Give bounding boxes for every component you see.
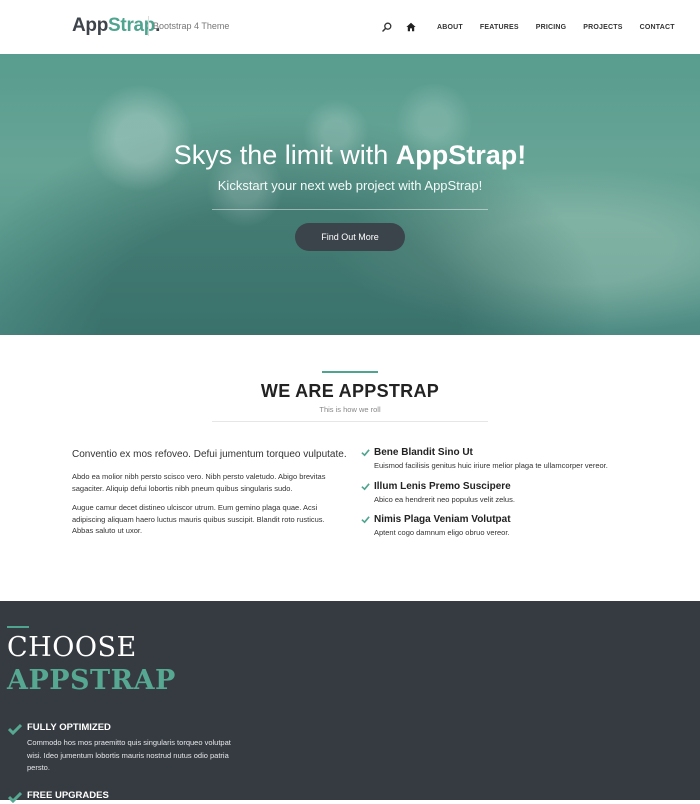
check-icon <box>8 723 22 735</box>
nav-link-pricing[interactable]: PRICING <box>536 24 567 31</box>
home-icon[interactable] <box>404 20 418 34</box>
feature-title: Nimis Plaga Veniam Volutpat <box>374 514 511 525</box>
choose-feature-item: FREE UPGRADES <box>8 790 238 804</box>
section-accent-bar <box>322 371 378 373</box>
brand-logo[interactable]: AppStrap. <box>72 15 160 37</box>
hero-title: Skys the limit with AppStrap! <box>0 140 700 171</box>
feature-text: Abico ea hendrerit neo populus velit zel… <box>374 494 515 504</box>
section-subtitle: This is how we roll <box>319 405 381 414</box>
about-features-column: Bene Blandit Sino Ut Euismod facilisis g… <box>360 447 620 548</box>
about-lead: Conventio ex mos refoveo. Defui jumentum… <box>72 449 347 460</box>
find-out-more-button[interactable]: Find Out More <box>295 223 405 251</box>
about-paragraph: Abdo ea molior nibh persto scisco vero. … <box>72 472 326 493</box>
choose-accent-bar <box>7 626 29 628</box>
feature-item: Bene Blandit Sino Ut Euismod facilisis g… <box>360 447 620 472</box>
choose-feature-title: FULLY OPTIMIZED <box>27 722 111 733</box>
brand-tagline: Bootstrap 4 Theme <box>153 21 230 31</box>
about-text-column: Conventio ex mos refoveo. Defui jumentum… <box>72 447 347 545</box>
feature-text: Aptent cogo damnum eligo obruo vereor. <box>374 528 510 537</box>
hero-subtitle: Kickstart your next web project with App… <box>217 178 483 193</box>
hero-title-light: Skys the limit with <box>173 140 396 170</box>
section-divider <box>212 421 488 422</box>
nav-link-projects[interactable]: PROJECTS <box>583 24 622 31</box>
feature-item: Illum Lenis Premo Suscipere Abico ea hen… <box>360 481 620 506</box>
nav-link-contact[interactable]: CONTACT <box>640 24 675 31</box>
search-icon[interactable] <box>380 20 394 34</box>
check-icon <box>361 482 370 490</box>
site-header: AppStrap. Bootstrap 4 Theme ABOUT FEATUR… <box>0 0 700 54</box>
feature-text: Euismod facilisis genitus huic iriure me… <box>374 461 608 470</box>
choose-section: CHOOSE APPSTRAP FULLY OPTIMIZED Commodo … <box>0 601 700 803</box>
hero-content: Skys the limit with AppStrap! Kickstart … <box>0 54 700 335</box>
nav-link-about[interactable]: ABOUT <box>437 24 463 31</box>
choose-feature-item: FULLY OPTIMIZED Commodo hos mos praemitt… <box>8 722 238 772</box>
about-paragraph: Augue camur decet distineo ulciscor utru… <box>72 503 325 535</box>
hero-divider <box>212 209 488 210</box>
hero-title-bold: AppStrap! <box>395 140 527 170</box>
feature-title: Bene Blandit Sino Ut <box>374 447 473 458</box>
check-icon <box>361 516 370 524</box>
check-icon <box>361 449 370 457</box>
choose-heading-line1: CHOOSE <box>7 632 137 663</box>
main-nav: ABOUT FEATURES PRICING PROJECTS CONTACT <box>380 20 683 34</box>
check-icon <box>8 791 22 803</box>
brand-divider <box>148 16 149 36</box>
brand-app-text: App <box>72 15 109 36</box>
choose-feature-title: FREE UPGRADES <box>27 790 109 801</box>
nav-link-features[interactable]: FEATURES <box>480 24 519 31</box>
hero-banner: Skys the limit with AppStrap! Kickstart … <box>0 54 700 335</box>
choose-heading-line2: APPSTRAP <box>7 665 176 696</box>
section-title: WE ARE APPSTRAP <box>260 381 440 401</box>
feature-title: Illum Lenis Premo Suscipere <box>374 480 511 492</box>
feature-item: Nimis Plaga Veniam Volutpat Aptent cogo … <box>360 514 620 539</box>
choose-feature-text: Commodo hos mos praemitto quis singulari… <box>27 738 231 772</box>
